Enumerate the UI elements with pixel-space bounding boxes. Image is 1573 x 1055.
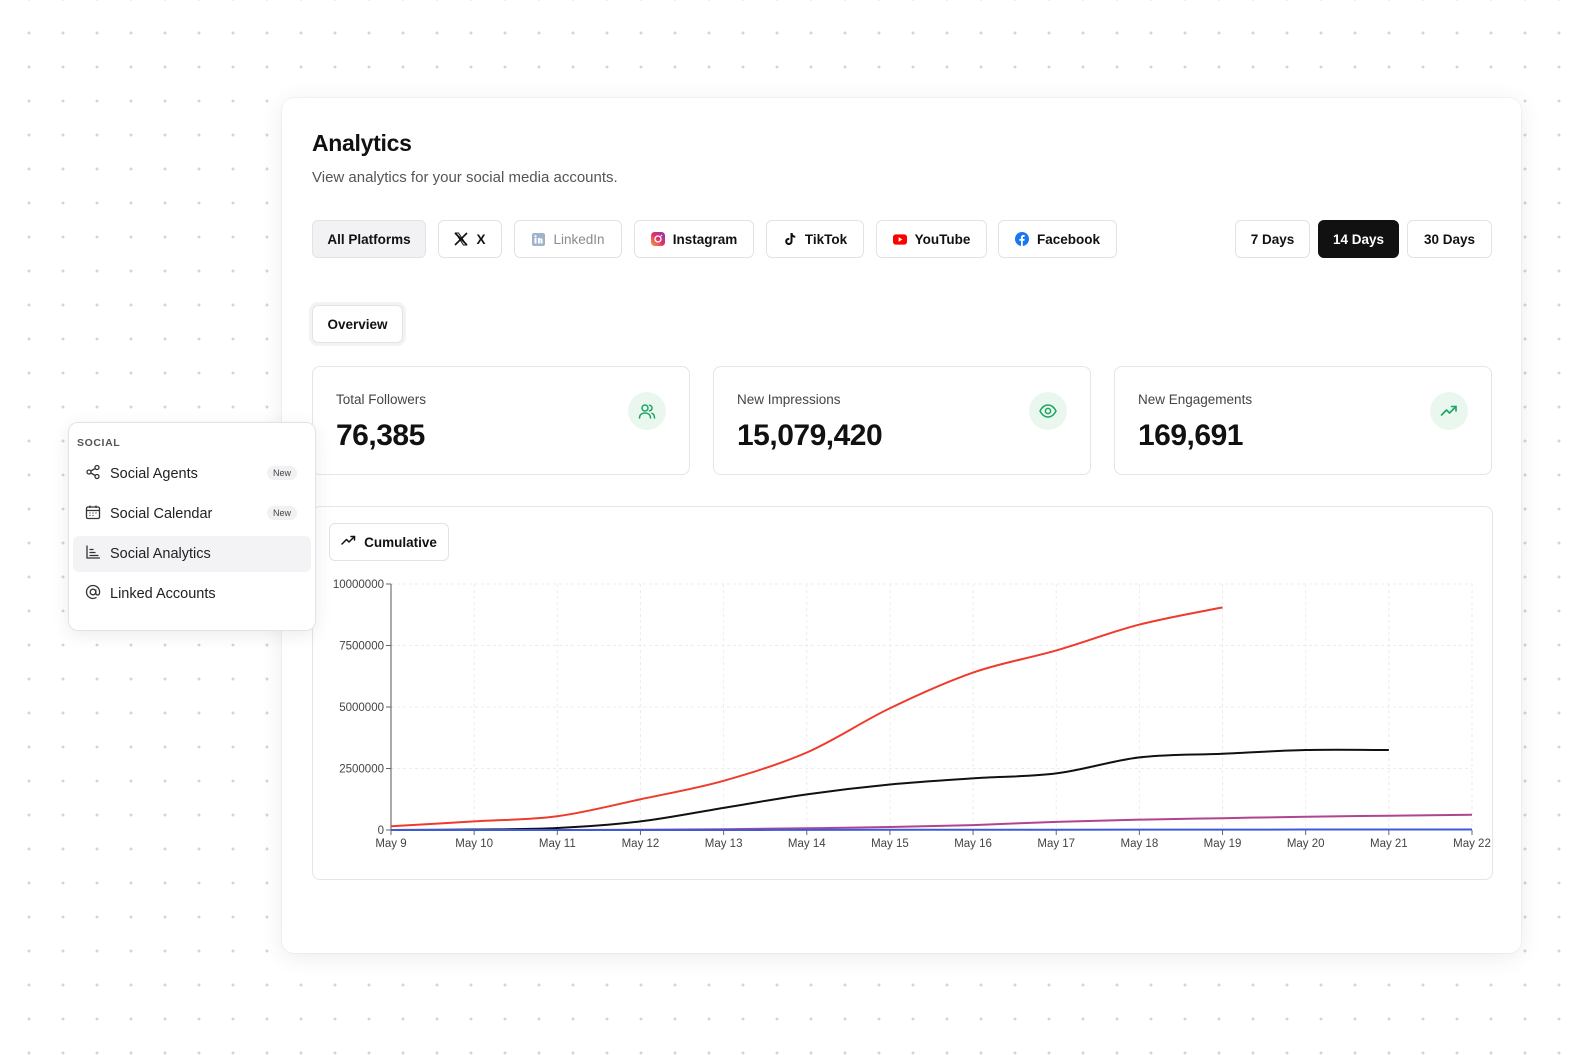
filter-facebook[interactable]: Facebook [998, 220, 1117, 258]
social-sidebar: SOCIAL Social Agents New Social Calendar… [68, 422, 316, 631]
sidebar-item-social-calendar[interactable]: Social Calendar New [73, 496, 311, 532]
y-tick-label: 5000000 [339, 702, 384, 714]
x-tick-label: May 11 [539, 838, 576, 850]
instagram-icon [650, 232, 665, 246]
x-tick-label: May 18 [1121, 838, 1159, 850]
chart-axes: 0 2500000 5000000 7500000 10000000 May 9 May 1… [333, 579, 1491, 850]
range-7-days[interactable]: 7 Days [1235, 220, 1310, 258]
new-badge: New [266, 506, 297, 520]
x-logo-icon [454, 232, 469, 246]
x-tick-label: May 21 [1370, 838, 1408, 850]
range-label: 30 Days [1423, 231, 1476, 247]
x-tick-label: May 16 [954, 838, 992, 850]
filter-tiktok[interactable]: TikTok [766, 220, 864, 258]
calendar-icon [85, 504, 101, 524]
tiktok-icon [783, 232, 797, 246]
x-tick-label: May 17 [1037, 838, 1075, 850]
facebook-icon [1014, 232, 1029, 246]
youtube-icon [892, 232, 907, 246]
x-tick-label: May 13 [705, 838, 743, 850]
share-icon [85, 464, 101, 484]
sidebar-item-label: Social Analytics [110, 546, 211, 562]
stat-value: 15,079,420 [737, 419, 883, 452]
filter-label: Instagram [672, 231, 738, 247]
stat-label: Total Followers [336, 392, 427, 407]
trending-up-icon [1430, 392, 1468, 430]
x-tick-label: May 12 [622, 838, 660, 850]
sidebar-item-social-agents[interactable]: Social Agents New [73, 456, 311, 492]
page-subtitle: View analytics for your social media acc… [312, 169, 618, 186]
tab-label: Overview [327, 316, 388, 332]
sidebar-item-label: Linked Accounts [110, 586, 216, 602]
y-tick-label: 10000000 [333, 579, 384, 591]
x-tick-label: May 14 [788, 838, 826, 850]
stat-card-new-impressions: New Impressions 15,079,420 [713, 366, 1091, 475]
x-tick-label: May 20 [1287, 838, 1325, 850]
bar-chart-icon [85, 544, 101, 564]
filter-youtube[interactable]: YouTube [876, 220, 987, 258]
range-14-days[interactable]: 14 Days [1318, 220, 1399, 258]
x-tick-label: May 19 [1204, 838, 1242, 850]
y-tick-label: 2500000 [339, 764, 384, 776]
stat-card-total-followers: Total Followers 76,385 [312, 366, 690, 475]
sidebar-item-social-analytics[interactable]: Social Analytics [73, 536, 311, 572]
stat-value: 169,691 [1138, 419, 1243, 452]
x-tick-label: May 10 [455, 838, 493, 850]
x-tick-label: May 9 [375, 838, 406, 850]
filter-label: X [476, 231, 486, 247]
range-label: 14 Days [1332, 231, 1385, 247]
stat-value: 76,385 [336, 419, 425, 452]
filter-label: YouTube [914, 231, 971, 247]
stat-card-new-engagements: New Engagements 169,691 [1114, 366, 1492, 475]
filter-label: All Platforms [327, 231, 411, 247]
x-tick-label: May 15 [871, 838, 909, 850]
filter-label: Facebook [1036, 231, 1101, 247]
users-icon [628, 392, 666, 430]
x-tick-label: May 22 [1453, 838, 1491, 850]
range-label: 7 Days [1250, 231, 1295, 247]
filter-x[interactable]: X [438, 220, 502, 258]
stat-label: New Impressions [737, 392, 841, 407]
filter-instagram[interactable]: Instagram [634, 220, 754, 258]
filter-all-platforms[interactable]: All Platforms [312, 220, 426, 258]
sidebar-item-label: Social Agents [110, 466, 198, 482]
y-tick-label: 7500000 [339, 641, 384, 653]
series-line-3 [391, 828, 1473, 832]
sidebar-item-linked-accounts[interactable]: Linked Accounts [73, 576, 311, 612]
filter-label: LinkedIn [553, 231, 605, 247]
sidebar-item-label: Social Calendar [110, 506, 213, 522]
linkedin-icon [531, 232, 545, 246]
sidebar-section-title: SOCIAL [77, 437, 121, 449]
chart-card: Cumulative 0 2500000 5000000 7500000 1000000… [312, 506, 1493, 880]
line-chart: 0 2500000 5000000 7500000 10000000 May 9 May 1… [333, 579, 1491, 850]
page-title: Analytics [312, 130, 412, 156]
tab-overview[interactable]: Overview [312, 305, 403, 343]
chart-grid [390, 583, 1473, 831]
filter-label: TikTok [804, 231, 848, 247]
eye-icon [1029, 392, 1067, 430]
chart-series [390, 606, 1473, 832]
stat-label: New Engagements [1138, 392, 1253, 407]
analytics-panel: Analytics View analytics for your social… [282, 98, 1521, 953]
filter-linkedin[interactable]: LinkedIn [514, 220, 622, 258]
new-badge: New [266, 466, 297, 480]
at-sign-icon [85, 584, 101, 604]
range-30-days[interactable]: 30 Days [1407, 220, 1492, 258]
y-tick-label: 0 [378, 825, 384, 837]
